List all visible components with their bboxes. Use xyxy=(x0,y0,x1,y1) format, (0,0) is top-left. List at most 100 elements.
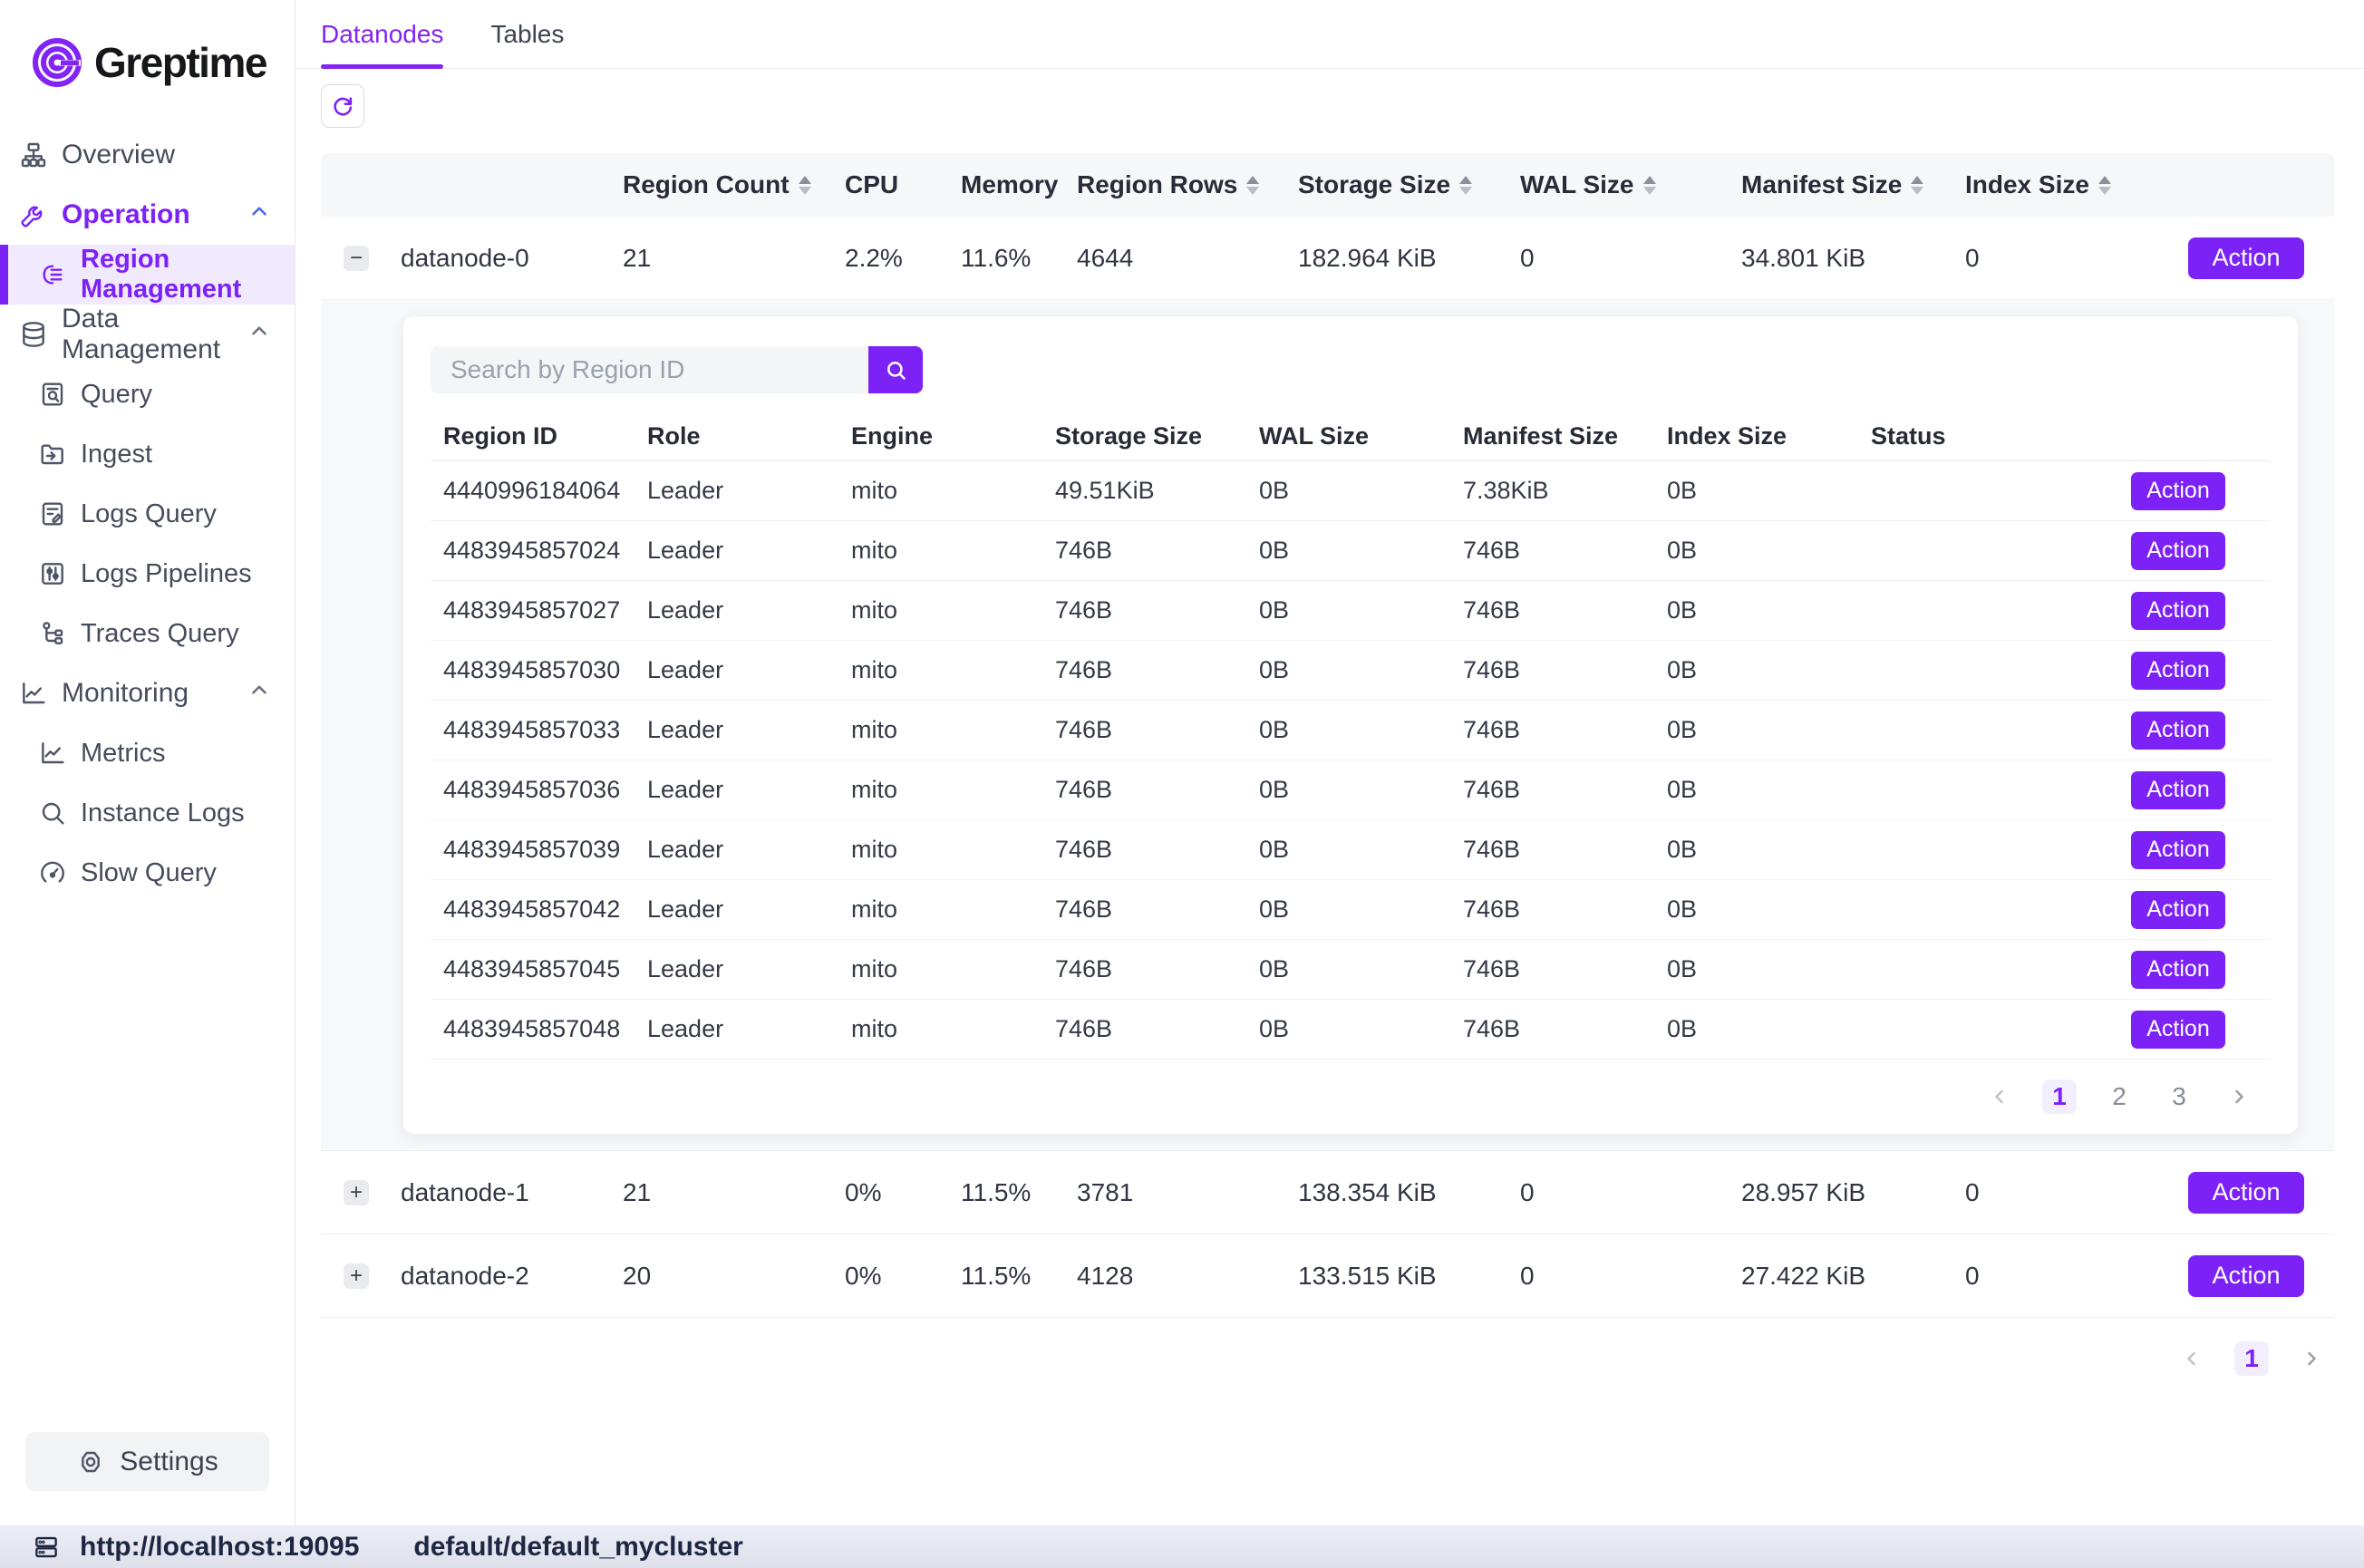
app-root: Greptime Overview Operation xyxy=(0,0,2364,1568)
sort-icon[interactable] xyxy=(1643,176,1656,195)
cell-wal-size: 0B xyxy=(1246,596,1450,624)
tab-tables[interactable]: Tables xyxy=(490,0,564,68)
sidebar-item-logs-query[interactable]: Logs Query xyxy=(0,484,295,544)
datanode-action-button[interactable]: Action xyxy=(2188,1255,2304,1297)
expand-row-button[interactable]: + xyxy=(344,1263,369,1289)
column-header-memory: Memory xyxy=(961,170,1077,199)
pagination-prev-icon[interactable] xyxy=(1982,1079,2017,1114)
column-header-storage-size[interactable]: Storage Size xyxy=(1298,170,1520,199)
region-action-button[interactable]: Action xyxy=(2131,831,2225,869)
sort-icon[interactable] xyxy=(1246,176,1259,195)
cell-storage-size: 746B xyxy=(1042,955,1246,983)
document-edit-icon xyxy=(38,499,67,528)
sidebar-item-operation[interactable]: Operation xyxy=(0,185,295,245)
pagination-next-icon[interactable] xyxy=(2294,1341,2329,1376)
cell-cpu: 0% xyxy=(845,1262,961,1291)
cell-memory: 11.5% xyxy=(961,1262,1077,1291)
cell-storage-size: 746B xyxy=(1042,596,1246,624)
settings-label: Settings xyxy=(120,1447,218,1477)
sidebar-item-overview[interactable]: Overview xyxy=(0,125,295,185)
collapse-row-button[interactable]: − xyxy=(344,246,369,271)
cell-manifest-size: 27.422 KiB xyxy=(1741,1262,1965,1291)
refresh-button[interactable] xyxy=(321,84,364,128)
settings-button[interactable]: Settings xyxy=(25,1432,269,1491)
column-header-region-rows[interactable]: Region Rows xyxy=(1077,170,1298,199)
region-row: 4440996184064 Leader mito 49.51KiB 0B 7.… xyxy=(431,461,2271,521)
cell-storage-size: 746B xyxy=(1042,836,1246,864)
datanodes-table: Region Count CPU Memory Region Rows St xyxy=(321,153,2334,1318)
sidebar-item-query[interactable]: Query xyxy=(0,364,295,424)
cell-wal-size: 0B xyxy=(1246,776,1450,804)
datanode-action-button[interactable]: Action xyxy=(2188,237,2304,279)
column-header-storage-size: Storage Size xyxy=(1042,422,1246,450)
region-action-button[interactable]: Action xyxy=(2131,592,2225,630)
sidebar-item-metrics[interactable]: Metrics xyxy=(0,723,295,783)
sidebar-item-monitoring[interactable]: Monitoring xyxy=(0,663,295,723)
region-search-button[interactable] xyxy=(868,346,923,393)
server-icon xyxy=(33,1534,60,1561)
cell-index-size: 0B xyxy=(1654,895,1858,924)
cell-index-size: 0B xyxy=(1654,596,1858,624)
sidebar-item-label: Ingest xyxy=(81,440,152,469)
sidebar-item-region-management[interactable]: Region Management xyxy=(0,245,295,305)
sort-icon[interactable] xyxy=(1911,176,1923,195)
cell-wal-size: 0 xyxy=(1520,1178,1741,1207)
sidebar-item-instance-logs[interactable]: Instance Logs xyxy=(0,783,295,843)
sidebar-item-logs-pipelines[interactable]: Logs Pipelines xyxy=(0,544,295,604)
cell-storage-size: 746B xyxy=(1042,716,1246,744)
chevron-up-icon[interactable] xyxy=(247,678,271,709)
pagination-next-icon[interactable] xyxy=(2222,1079,2256,1114)
pagination-page-2[interactable]: 2 xyxy=(2102,1079,2136,1114)
pagination-page-1[interactable]: 1 xyxy=(2042,1079,2077,1114)
region-search-input[interactable] xyxy=(431,346,868,393)
cluster-name[interactable]: default/default_mycluster xyxy=(413,1532,742,1563)
cell-wal-size: 0B xyxy=(1246,477,1450,505)
sidebar-item-data-management[interactable]: Data Management xyxy=(0,305,295,364)
sidebar-item-ingest[interactable]: Ingest xyxy=(0,424,295,484)
sidebar-item-slow-query[interactable]: Slow Query xyxy=(0,843,295,903)
region-action-button[interactable]: Action xyxy=(2131,711,2225,750)
region-action-button[interactable]: Action xyxy=(2131,771,2225,809)
cell-region-id: 4440996184064 xyxy=(431,477,635,505)
sidebar-item-traces-query[interactable]: Traces Query xyxy=(0,604,295,663)
table-row-datanode-1: + datanode-1 21 0% 11.5% 3781 138.354 Ki… xyxy=(321,1151,2334,1234)
cell-wal-size: 0B xyxy=(1246,656,1450,684)
cell-wal-size: 0B xyxy=(1246,716,1450,744)
chevron-up-icon[interactable] xyxy=(247,199,271,230)
region-action-button[interactable]: Action xyxy=(2131,532,2225,570)
column-header-manifest-size[interactable]: Manifest Size xyxy=(1741,170,1965,199)
cell-region-count: 20 xyxy=(623,1262,845,1291)
sort-icon[interactable] xyxy=(799,176,811,195)
region-action-button[interactable]: Action xyxy=(2131,1011,2225,1049)
cell-index-size: 0B xyxy=(1654,955,1858,983)
cell-manifest-size: 28.957 KiB xyxy=(1741,1178,1965,1207)
expanded-region-zone: Region ID Role Engine Storage Size WAL S… xyxy=(321,300,2334,1151)
region-action-button[interactable]: Action xyxy=(2131,891,2225,929)
pagination-prev-icon[interactable] xyxy=(2175,1341,2209,1376)
column-header-index-size[interactable]: Index Size xyxy=(1965,170,2173,199)
cell-wal-size: 0B xyxy=(1246,836,1450,864)
expand-row-button[interactable]: + xyxy=(344,1180,369,1205)
column-header-wal-size[interactable]: WAL Size xyxy=(1520,170,1741,199)
region-action-button[interactable]: Action xyxy=(2131,951,2225,989)
region-action-button[interactable]: Action xyxy=(2131,652,2225,690)
brand-name: Greptime xyxy=(94,38,266,87)
datanode-action-button[interactable]: Action xyxy=(2188,1172,2304,1214)
server-url[interactable]: http://localhost:19095 xyxy=(80,1532,359,1563)
chevron-up-icon[interactable] xyxy=(247,319,271,350)
pagination-page-3[interactable]: 3 xyxy=(2162,1079,2196,1114)
cell-region-id: 4483945857042 xyxy=(431,895,635,924)
region-action-button[interactable]: Action xyxy=(2131,472,2225,510)
sort-icon[interactable] xyxy=(1459,176,1472,195)
cell-role: Leader xyxy=(635,1015,838,1043)
cell-role: Leader xyxy=(635,895,838,924)
column-header-region-count[interactable]: Region Count xyxy=(623,170,845,199)
sidebar-item-label: Region Management xyxy=(81,245,295,305)
regions-panel: Region ID Role Engine Storage Size WAL S… xyxy=(403,316,2298,1134)
sort-icon[interactable] xyxy=(2098,176,2111,195)
pagination-page-1[interactable]: 1 xyxy=(2234,1341,2269,1376)
tab-datanodes[interactable]: Datanodes xyxy=(321,0,443,68)
cell-storage-size: 49.51KiB xyxy=(1042,477,1246,505)
main-content: Datanodes Tables Region Count xyxy=(296,0,2364,1525)
column-header-index-size: Index Size xyxy=(1654,422,1858,450)
